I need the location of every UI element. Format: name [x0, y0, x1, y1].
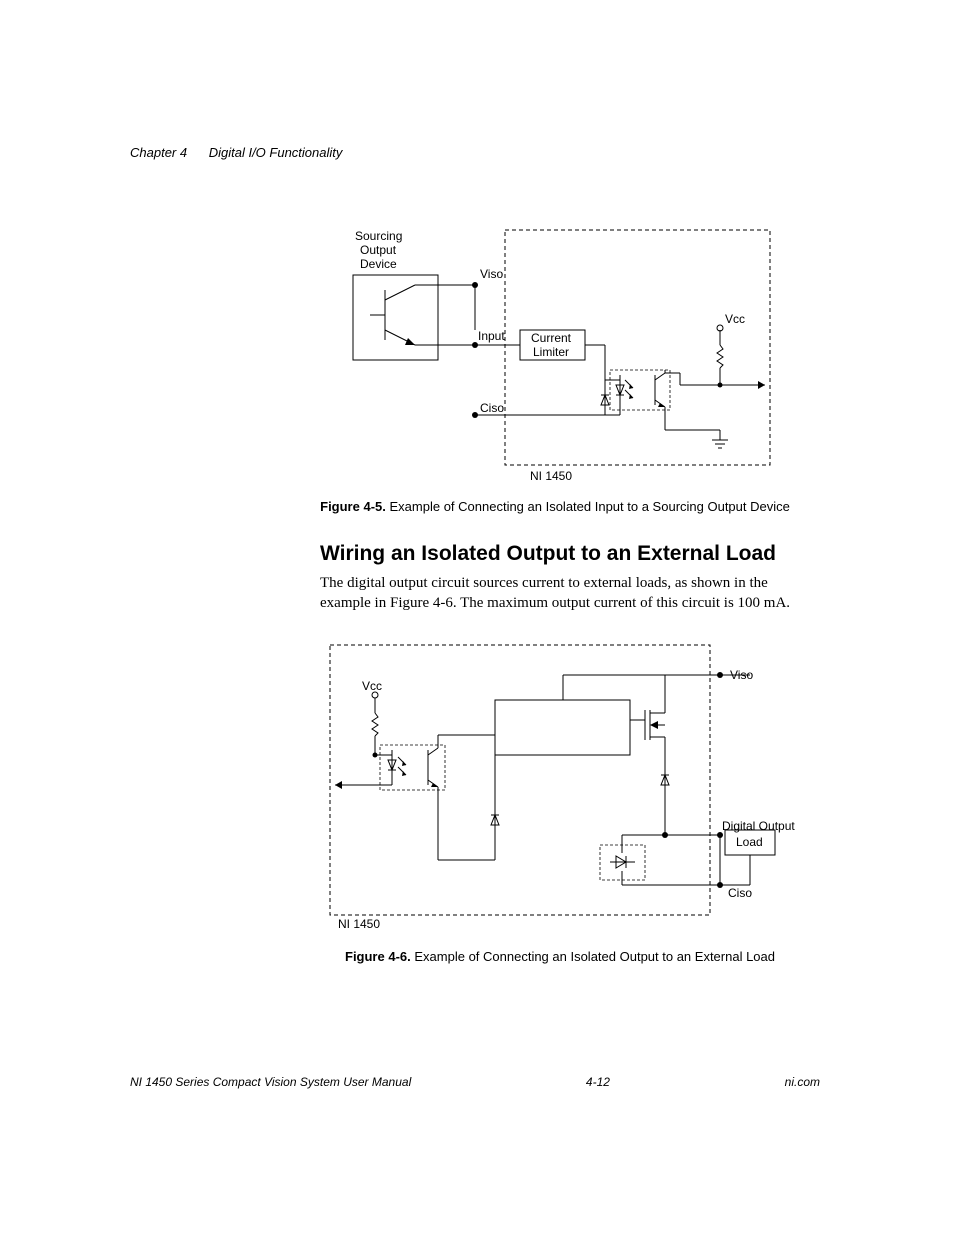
figure-4-6-caption: Figure 4-6. Example of Connecting an Iso…	[320, 949, 800, 964]
figure-4-6-svg: Vcc Viso Digital Output Load Ciso NI 145…	[320, 635, 800, 935]
label-load: Load	[736, 835, 763, 849]
section-heading: Wiring an Isolated Output to an External…	[320, 542, 820, 566]
footer-manual-title: NI 1450 Series Compact Vision System Use…	[130, 1075, 411, 1089]
page-footer: NI 1450 Series Compact Vision System Use…	[130, 1075, 820, 1089]
running-header: Chapter 4 Digital I/O Functionality	[130, 145, 820, 160]
figure-4-5: Sourcing Output Device Viso Input Curren…	[320, 220, 790, 514]
label-current-1: Current	[531, 331, 572, 345]
label-ciso-1: Ciso	[480, 401, 504, 415]
figure-4-6-text: Example of Connecting an Isolated Output…	[414, 949, 775, 964]
label-vcc-1: Vcc	[725, 312, 745, 326]
chapter-title: Digital I/O Functionality	[209, 145, 343, 160]
label-sourcing-1: Sourcing	[355, 229, 402, 243]
label-sourcing-3: Device	[360, 257, 397, 271]
figure-4-6: Vcc Viso Digital Output Load Ciso NI 145…	[320, 635, 800, 964]
label-digital-output: Digital Output	[722, 819, 795, 833]
figure-4-5-svg: Sourcing Output Device Viso Input Curren…	[320, 220, 790, 485]
label-viso-1: Viso	[480, 267, 503, 281]
label-ni-1: NI 1450	[530, 469, 572, 483]
footer-page-number: 4-12	[586, 1075, 610, 1089]
chapter-label: Chapter 4	[130, 145, 187, 160]
label-current-2: Limiter	[533, 345, 569, 359]
figure-4-5-text: Example of Connecting an Isolated Input …	[390, 499, 790, 514]
figure-4-5-caption: Figure 4-5. Example of Connecting an Iso…	[320, 499, 790, 514]
figure-4-5-number: Figure 4-5.	[320, 499, 386, 514]
label-vcc-2: Vcc	[362, 679, 382, 693]
label-sourcing-2: Output	[360, 243, 397, 257]
label-ni-2: NI 1450	[338, 917, 380, 931]
label-ciso-2: Ciso	[728, 886, 752, 900]
label-viso-2: Viso	[730, 668, 753, 682]
figure-4-6-number: Figure 4-6.	[345, 949, 411, 964]
body-paragraph: The digital output circuit sources curre…	[320, 574, 800, 613]
label-input-1: Input	[478, 329, 505, 343]
footer-url: ni.com	[785, 1075, 820, 1089]
